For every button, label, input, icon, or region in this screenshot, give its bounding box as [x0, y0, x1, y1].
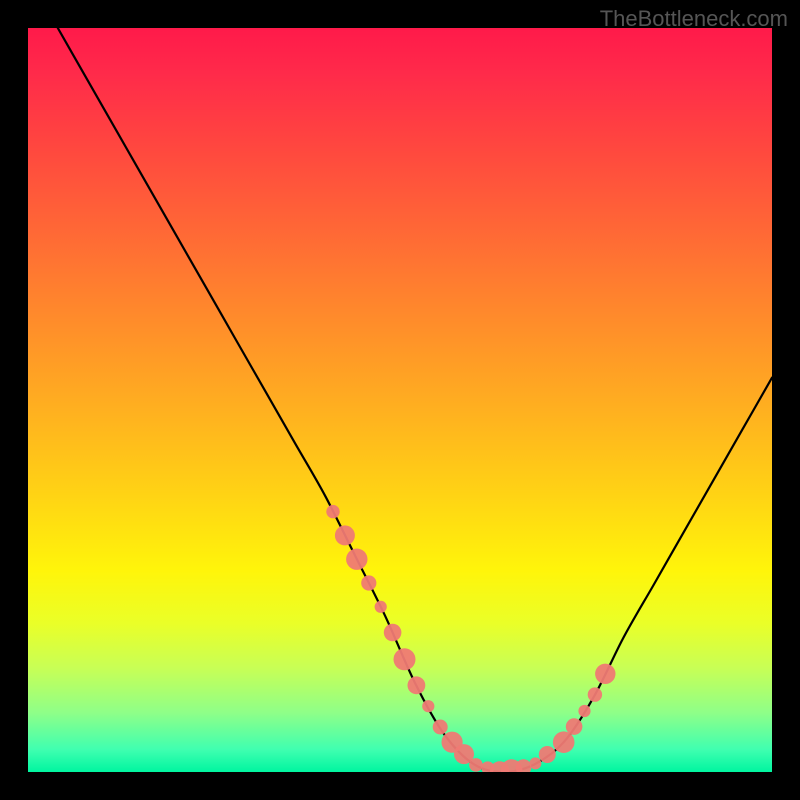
watermark-text: TheBottleneck.com — [600, 6, 788, 32]
chart-svg — [28, 28, 772, 772]
highlight-dot — [361, 575, 376, 590]
highlight-dot — [469, 758, 483, 772]
highlight-dot — [326, 505, 339, 518]
highlight-dot — [529, 757, 541, 769]
highlight-dot — [566, 718, 583, 735]
plot-area — [28, 28, 772, 772]
highlight-dot — [375, 601, 387, 613]
highlight-dot — [516, 759, 532, 772]
highlight-dot — [394, 648, 416, 670]
highlight-dot — [539, 746, 556, 763]
highlight-dot — [422, 700, 434, 712]
highlight-dot — [335, 525, 355, 545]
highlight-dot — [408, 676, 426, 694]
highlight-dot — [433, 720, 448, 735]
highlight-dot — [384, 624, 402, 642]
highlight-dot — [346, 549, 367, 570]
highlight-dot — [588, 687, 602, 701]
highlight-dot — [578, 705, 590, 717]
highlight-dots — [326, 505, 615, 772]
highlight-dot — [595, 664, 615, 684]
highlight-dot — [553, 731, 575, 753]
